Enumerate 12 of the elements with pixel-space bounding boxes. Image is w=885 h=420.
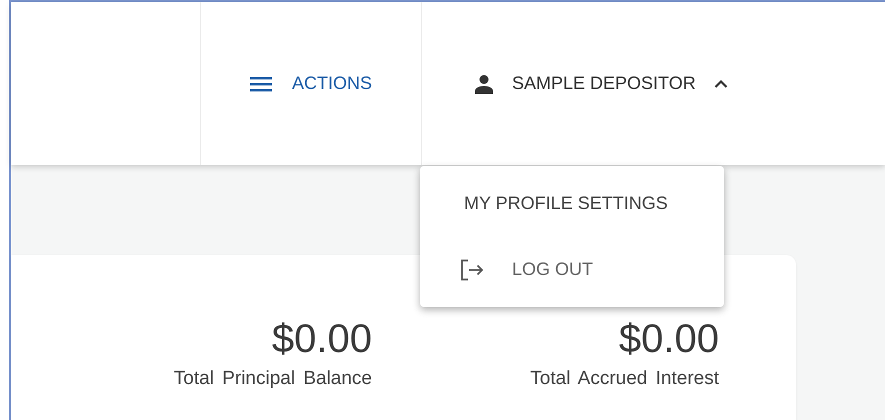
menu-icon xyxy=(250,76,272,92)
menu-item[interactable]: MY PROFILE SETTINGS xyxy=(420,184,724,222)
amount-value: $0.00 xyxy=(272,317,372,362)
person-icon xyxy=(474,74,494,94)
user-menu-button[interactable]: SAMPLE DEPOSITOR xyxy=(470,67,732,100)
amount-label: Total Accrued Interest xyxy=(530,368,719,390)
menu-item[interactable]: LOG OUT xyxy=(420,250,724,288)
caret-icon xyxy=(714,79,728,88)
actions-button[interactable]: ACTIONS xyxy=(246,67,376,100)
amount-value: $0.00 xyxy=(618,317,719,362)
amount-label: Total Principal Balance xyxy=(174,368,372,390)
logout-icon xyxy=(460,258,484,280)
